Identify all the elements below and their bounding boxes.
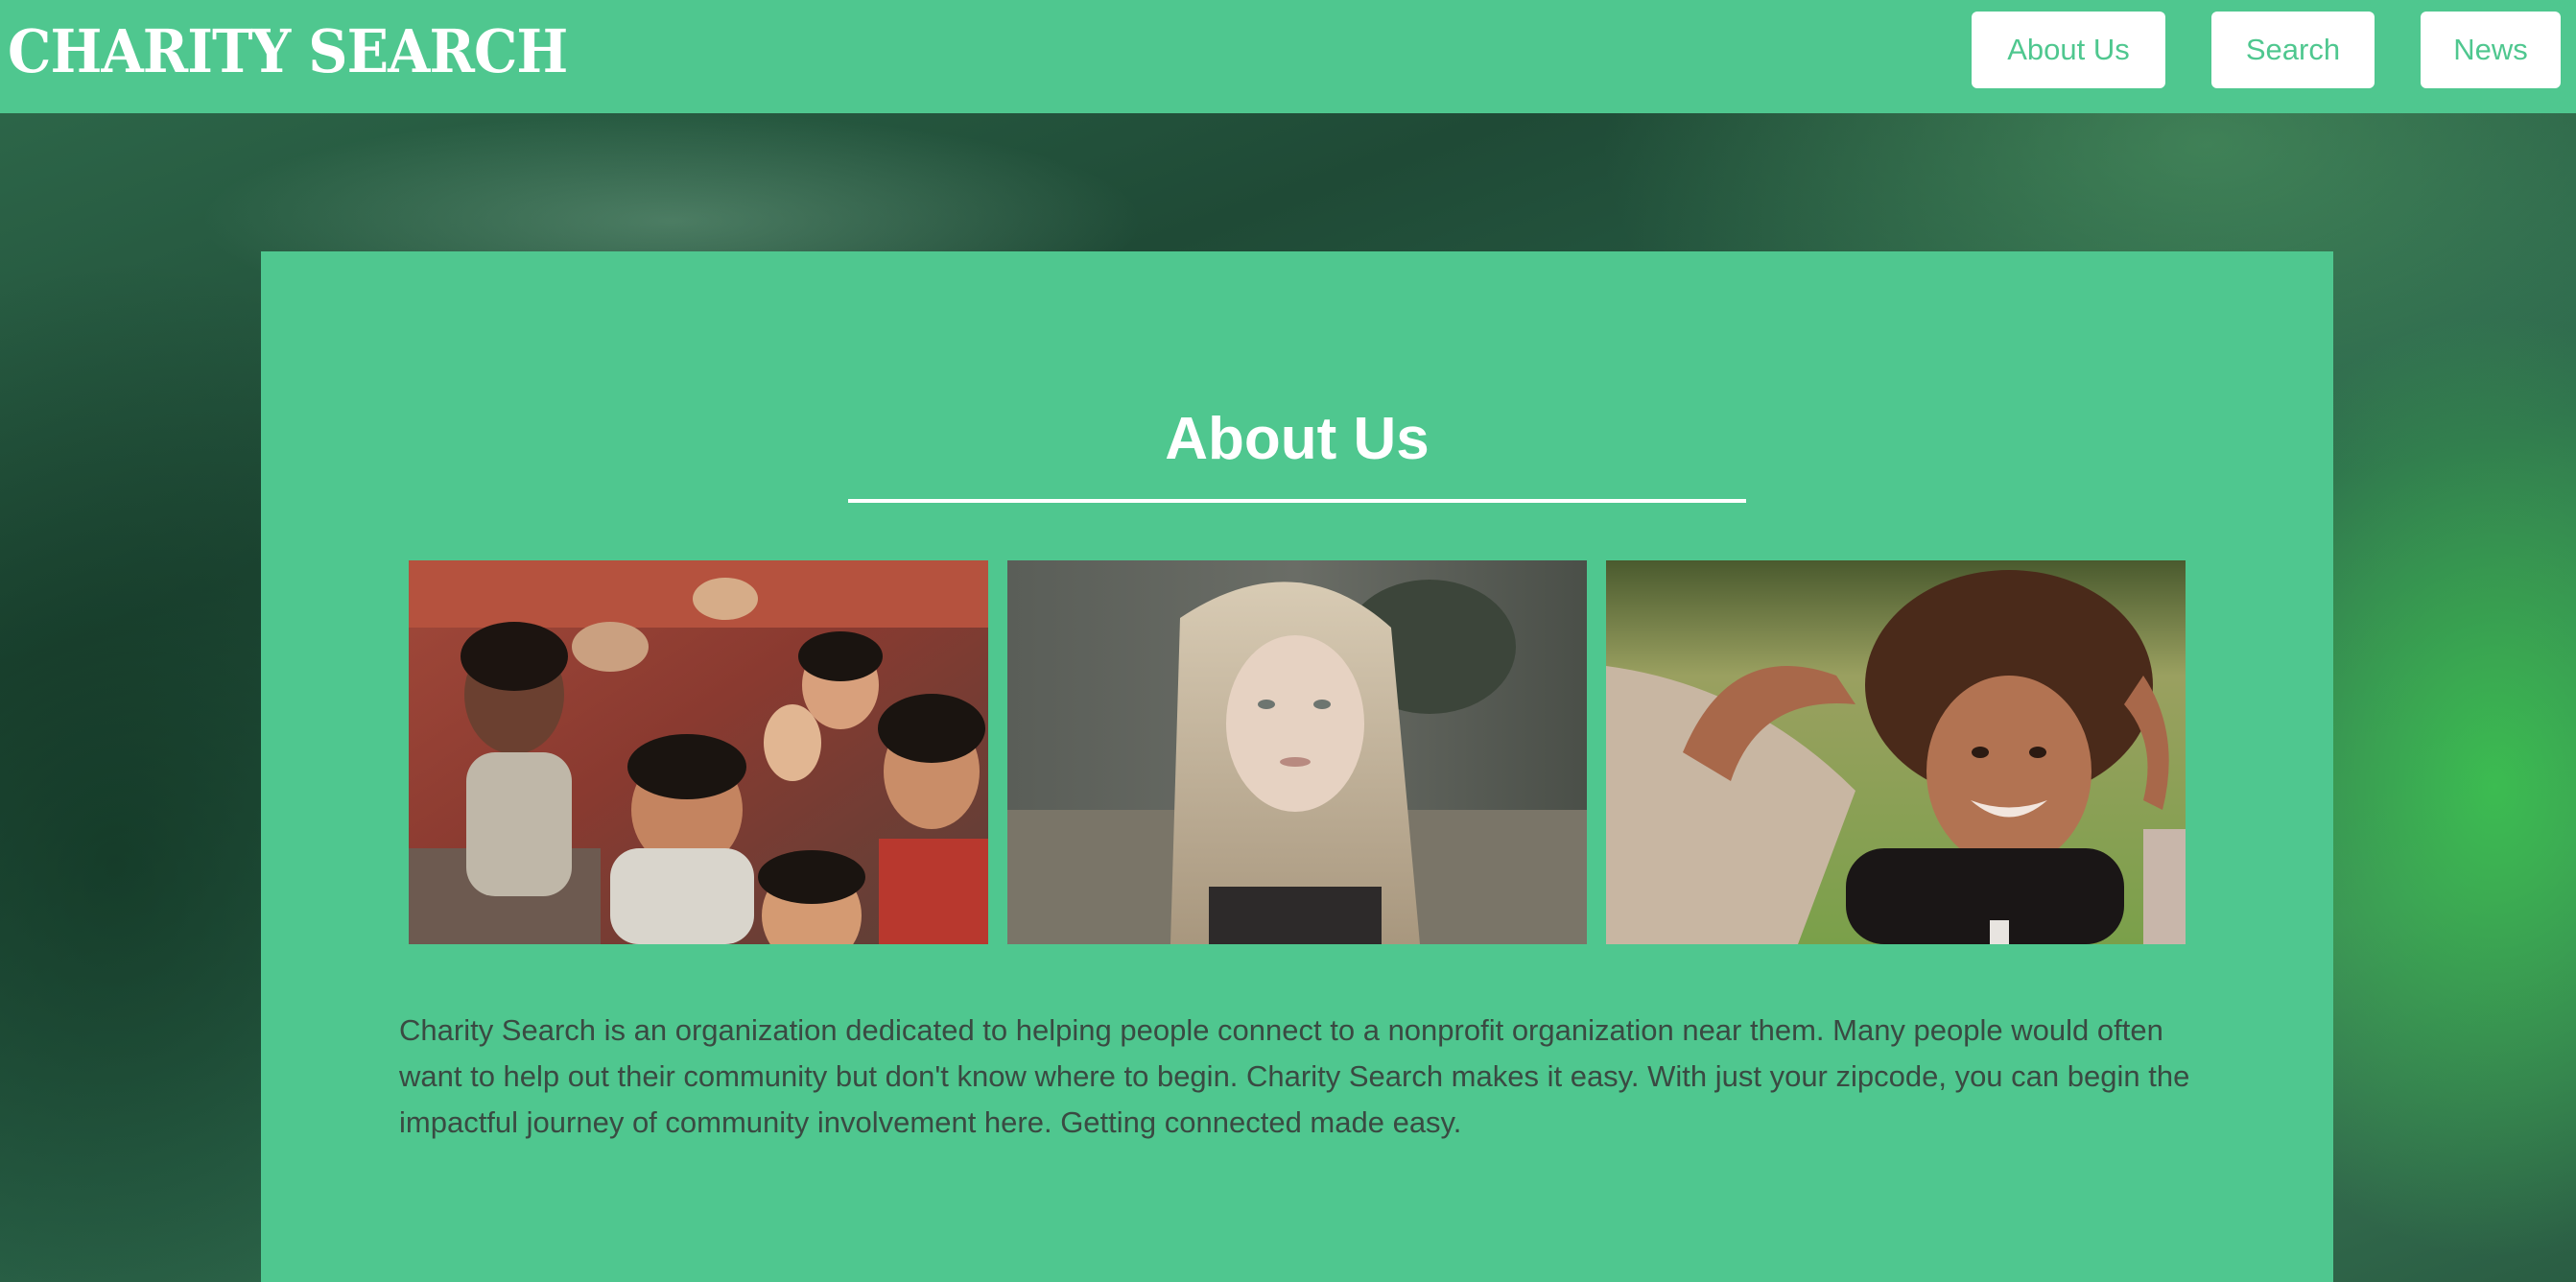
page-title: About Us: [1165, 406, 1430, 472]
about-card: About Us Charity Search is an organizati…: [261, 251, 2333, 1282]
nav-search-button[interactable]: Search: [2211, 12, 2375, 88]
navbar: CHARITY SEARCH About Us Search News: [0, 0, 2576, 113]
photo-children-group: [409, 560, 988, 944]
site-logo[interactable]: CHARITY SEARCH: [8, 16, 568, 86]
photo-curly-hair-girl: [1606, 560, 2186, 944]
about-description: Charity Search is an organization dedica…: [399, 1013, 2190, 1139]
nav-news-button[interactable]: News: [2421, 12, 2561, 88]
nav-about-us-button[interactable]: About Us: [1972, 12, 2165, 88]
title-underline: [848, 499, 1746, 503]
photo-blonde-girl: [1007, 560, 1587, 944]
photo-gallery: [409, 560, 2186, 944]
nav-links: About Us Search News: [1972, 12, 2561, 88]
